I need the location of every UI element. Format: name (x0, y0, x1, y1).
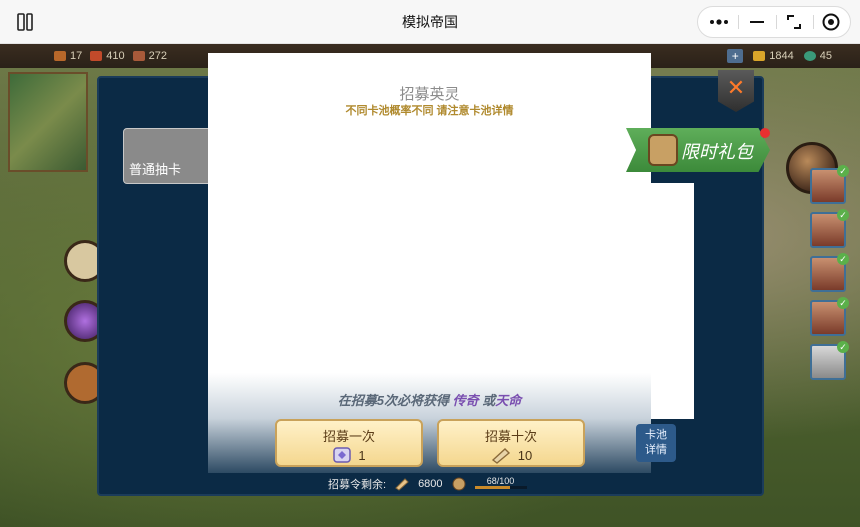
food-icon (90, 51, 103, 61)
hero-portrait-3[interactable]: ✓ (810, 253, 849, 292)
gold-icon (753, 51, 766, 61)
restore-button[interactable] (775, 7, 813, 37)
recruit-subtitle: 不同卡池概率不同 请注意卡池详情 (345, 105, 514, 117)
restore-icon (787, 15, 801, 29)
recruit-token-footer: 招募令剩余: 6800 68/100 (328, 476, 527, 492)
recruit-ten-button[interactable]: 招募十次 10 (437, 419, 585, 467)
pool-detail-button[interactable]: 卡池 详情 (636, 424, 676, 462)
guarantee-text: 在招募5次必将获得 传奇 或天命 (337, 393, 522, 408)
recruit-once-cost: 1 (277, 446, 421, 464)
minus-icon (750, 21, 764, 23)
limited-gift-banner[interactable]: 限时礼包 (626, 128, 770, 172)
gift-icon (648, 134, 678, 166)
resource-bar-right: + 1844 45 (727, 44, 832, 68)
check-icon: ✓ (837, 297, 849, 309)
medal-icon (452, 477, 466, 491)
recruit-progress: 68/100 (474, 476, 527, 490)
minimize-button[interactable] (738, 7, 776, 37)
recruit-ten-cost: 10 (439, 446, 583, 464)
token-icon (333, 447, 352, 463)
close-icon: ✕ (726, 75, 746, 100)
resource-food: 410 (90, 50, 125, 62)
progress-fill (474, 486, 510, 489)
check-icon: ✓ (837, 253, 849, 265)
progress-text: 68/100 (486, 476, 515, 486)
gift-label: 限时礼包 (681, 142, 753, 162)
recruit-title: 招募英灵 (399, 86, 460, 103)
scroll-icon (395, 478, 409, 491)
check-icon: ✓ (837, 341, 849, 353)
add-resource-button[interactable]: + (727, 49, 744, 63)
notification-dot (760, 128, 770, 138)
close-mini-program-button[interactable] (812, 7, 850, 37)
recruit-once-button[interactable]: 招募一次 1 (275, 419, 423, 467)
remaining-label: 招募令剩余: (328, 479, 387, 491)
capsule-menu (697, 6, 851, 38)
remaining-value: 6800 (418, 478, 443, 490)
target-icon (822, 13, 840, 31)
hero-portrait-5[interactable]: ✓ (810, 341, 849, 380)
recruit-ten-label: 招募十次 (484, 429, 537, 444)
resource-gold: 1844 (753, 50, 794, 62)
hero-portrait-1[interactable]: ✓ (810, 165, 849, 204)
hero-portrait-2[interactable]: ✓ (810, 209, 849, 248)
scroll-icon (491, 448, 510, 464)
resource-wood: 17 (54, 50, 82, 62)
resource-stone: 272 (132, 50, 167, 62)
mini-program-navbar: 模拟帝国 (0, 0, 860, 44)
panel-extension (651, 183, 694, 419)
pool-tab-label: 普通抽卡 (129, 162, 182, 177)
resource-gem: 45 (803, 50, 832, 62)
check-icon: ✓ (837, 209, 849, 221)
brick-icon (132, 51, 145, 61)
check-icon: ✓ (837, 165, 849, 177)
more-menu-button[interactable] (700, 7, 738, 37)
wood-icon (54, 51, 66, 61)
recruit-panel: 招募英灵 不同卡池概率不同 请注意卡池详情 在招募5次必将获得 传奇 或天命 (208, 53, 651, 473)
more-dots-icon (710, 19, 728, 25)
hero-portrait-4[interactable]: ✓ (810, 297, 849, 336)
gem-icon (803, 51, 816, 61)
recruit-once-label: 招募一次 (322, 429, 375, 444)
minimap[interactable] (8, 72, 88, 172)
